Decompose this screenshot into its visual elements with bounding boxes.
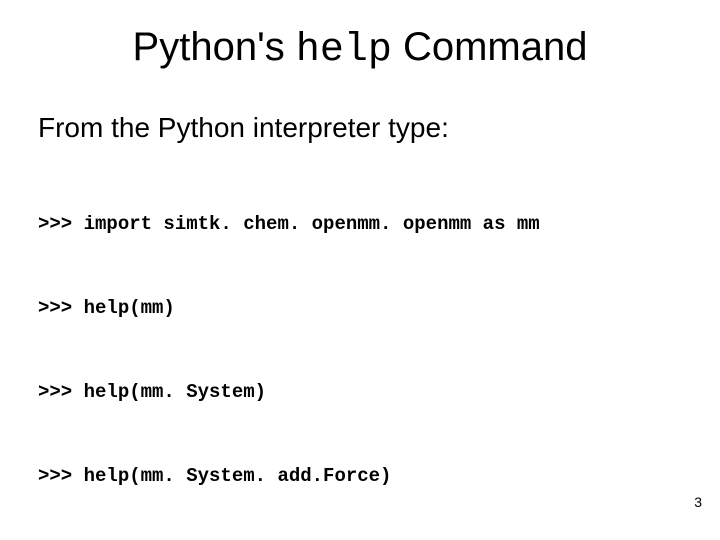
title-mono: help (296, 28, 392, 73)
prompt: >>> (38, 213, 84, 235)
code-line: >>> import simtk. chem. openmm. openmm a… (38, 210, 540, 238)
code-block: >>> import simtk. chem. openmm. openmm a… (38, 154, 540, 540)
page-number: 3 (694, 494, 702, 510)
prompt: >>> (38, 381, 84, 403)
slide: Python's help Command From the Python in… (0, 0, 720, 540)
slide-title: Python's help Command (0, 25, 720, 73)
code-line: >>> help(mm) (38, 294, 540, 322)
title-suffix: Command (392, 25, 588, 69)
code-text: help(mm. System) (84, 381, 266, 403)
code-text: help(mm. System. add.Force) (84, 465, 392, 487)
code-line: >>> help(mm. System) (38, 378, 540, 406)
prompt: >>> (38, 465, 84, 487)
slide-subtitle: From the Python interpreter type: (38, 112, 449, 144)
prompt: >>> (38, 297, 84, 319)
code-line: >>> help(mm. System. add.Force) (38, 462, 540, 490)
code-text: help(mm) (84, 297, 175, 319)
code-text: import simtk. chem. openmm. openmm as mm (84, 213, 540, 235)
title-prefix: Python's (133, 25, 296, 69)
